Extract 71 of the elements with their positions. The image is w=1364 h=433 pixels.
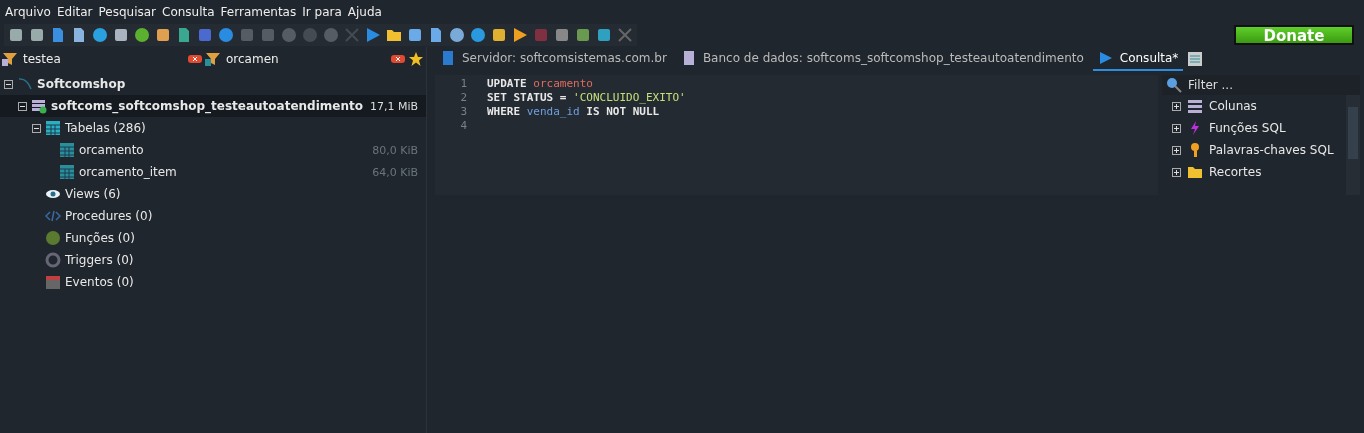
menu-item[interactable]: Consulta [161, 4, 220, 19]
helper-item[interactable]: Colunas [1172, 95, 1346, 117]
size-label: 17,1 MiB [369, 99, 418, 113]
menu-item[interactable]: Ir para [301, 4, 347, 19]
table-icon [59, 164, 75, 180]
new-query-icon [1187, 51, 1204, 67]
line-number: 1 [460, 77, 467, 91]
helper-item[interactable]: Recortes [1172, 161, 1346, 183]
tree-label: orcamento [79, 143, 144, 157]
size-label: 64,0 KiB [372, 165, 418, 179]
tree-label: Views (6) [65, 187, 121, 201]
code-line: SET STATUS = 'CONCLUIDO_EXITO' [487, 91, 686, 105]
tree-label: orcamento_item [79, 165, 177, 179]
code-line: WHERE venda_id IS NOT NULL [487, 105, 661, 119]
expand-toggle[interactable] [1172, 123, 1181, 133]
helper-item[interactable]: Funções SQL [1172, 117, 1346, 139]
tree-label: Triggers (0) [65, 253, 134, 267]
run-icon [1097, 50, 1114, 66]
code-icon [45, 208, 61, 224]
folder-icon [1187, 164, 1203, 180]
collapse-toggle[interactable] [32, 123, 41, 133]
tree-item[interactable]: Tabelas (286) [0, 117, 426, 139]
size-label: 80,0 KiB [372, 143, 418, 157]
tree-item[interactable]: Eventos (0) [0, 271, 426, 293]
helper-item[interactable]: Palavras-chaves SQL [1172, 139, 1346, 161]
code-line: UPDATE orcamento [487, 77, 594, 91]
table-icon [45, 120, 61, 136]
columns-icon [1187, 98, 1203, 114]
star-icon [408, 51, 424, 67]
expand-toggle[interactable] [1172, 145, 1181, 155]
collapse-toggle[interactable] [18, 101, 27, 111]
tree-item[interactable]: Funções (0) [0, 227, 426, 249]
menu-item[interactable]: Editar [55, 4, 98, 19]
tree-label: softcoms_softcomshop_testeautoatendimento [51, 99, 363, 113]
tree-label: Softcomshop [37, 77, 126, 91]
funnel-icon [2, 51, 18, 67]
tab[interactable]: Servidor: softcomsistemas.com.br [435, 47, 672, 71]
close-icon[interactable] [617, 27, 633, 43]
line-number: 4 [460, 119, 467, 133]
tree-item[interactable]: Procedures (0) [0, 205, 426, 227]
tab[interactable]: Consulta* [1092, 47, 1184, 71]
tree-item[interactable]: orcamento 80,0 KiB [0, 139, 426, 161]
tab[interactable]: Banco de dados: softcoms_softcomshop_testeautoatendimento [675, 47, 1089, 71]
filter-field[interactable]: orcamen [224, 51, 387, 67]
tree-item[interactable]: Triggers (0) [0, 249, 426, 271]
tree-item[interactable]: orcamento_item 64,0 KiB [0, 161, 426, 183]
line-number: 2 [460, 91, 467, 105]
tree-label: Eventos (0) [65, 275, 134, 289]
expand-toggle[interactable] [1172, 101, 1181, 111]
filter-field[interactable]: Filter ... [1186, 77, 1340, 93]
filter-field[interactable]: testea [21, 51, 184, 67]
folder-icon[interactable] [386, 27, 402, 43]
table-icon [59, 142, 75, 158]
menu-item[interactable]: Ajuda [346, 4, 387, 19]
menu-item[interactable]: Ferramentas [219, 4, 302, 19]
scrollbar[interactable] [1346, 95, 1360, 195]
tree-label: Procedures (0) [65, 209, 153, 223]
tree-label: Tabelas (286) [65, 121, 146, 135]
sql-editor[interactable]: 1 2 3 4 UPDATE orcamento SET STATUS = 'CONCLUIDO_EXITO' WHERE venda_id IS NOT NULL [435, 75, 1158, 195]
menu-item[interactable]: Arquivo [4, 4, 56, 19]
line-number: 3 [460, 105, 467, 119]
collapse-toggle[interactable] [4, 79, 13, 89]
tree-item[interactable]: softcoms_softcomshop_testeautoatendimento 17,1 MiB [0, 95, 426, 117]
tree-label: Funções (0) [65, 231, 135, 245]
menu-item[interactable]: Pesquisar [97, 4, 161, 19]
calendar-icon [45, 274, 61, 290]
funnel-icon [205, 51, 221, 67]
tree-item[interactable]: Views (6) [0, 183, 426, 205]
run-icon[interactable] [365, 27, 381, 43]
expand-toggle[interactable] [1172, 167, 1181, 177]
tree-item[interactable]: Softcomshop [0, 73, 426, 95]
